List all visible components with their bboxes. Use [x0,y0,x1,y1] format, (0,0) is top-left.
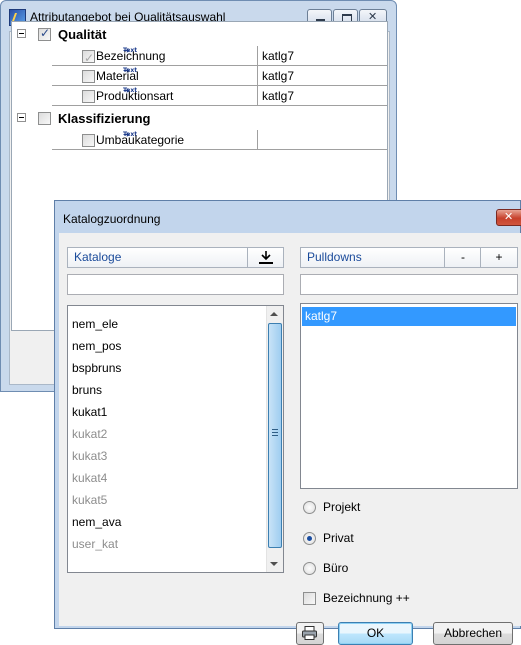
cancel-button[interactable]: Abbrechen [433,622,513,645]
bezeichnung-checkbox[interactable] [303,592,316,605]
row-value[interactable]: katlg7 [258,66,387,86]
list-item[interactable]: kukat4 [72,467,107,489]
catalog-assignment-dialog: Katalogzuordnung Kataloge nem_ele nem_po… [54,200,521,645]
pulldowns-header: Pulldowns - + [300,247,518,268]
checkbox-label: Bezeichnung ++ [323,591,410,605]
list-item[interactable]: nem_pos [72,335,121,357]
group-checkbox-klassifizierung[interactable] [38,112,51,125]
radio-label: Büro [323,561,349,575]
download-icon [259,251,273,264]
group-label: Qualität [58,27,107,42]
radio-label: Privat [323,531,354,545]
list-item[interactable]: kukat2 [72,423,107,445]
radio-buero[interactable] [303,562,316,575]
list-item[interactable]: kukat5 [72,489,107,511]
list-item[interactable]: bspbruns [72,357,121,379]
row-label: Material [96,69,139,83]
tree-group-qualitaet: Qualität [12,24,387,46]
group-checkbox-qualitaet[interactable] [38,26,51,41]
collapse-toggle[interactable] [17,29,26,38]
catalogs-header: Kataloge [67,247,284,268]
text-arrow-icon: Text ➜ [123,130,138,139]
dialog-client: Kataloge nem_ele nem_pos bspbruns bruns … [59,233,521,645]
dialog-close-button[interactable] [496,209,521,226]
remove-pulldown-button[interactable]: - [444,248,481,267]
group-label: Klassifizierung [58,111,151,126]
collapse-toggle[interactable] [17,113,26,122]
tree-row[interactable]: Text ➜ Produktionsart [52,86,258,106]
list-item[interactable]: bruns [72,379,102,401]
list-item[interactable]: nem_ava [72,511,121,533]
print-button[interactable] [296,622,324,645]
scroll-thumb[interactable] [268,323,282,548]
list-item[interactable]: kukat1 [72,401,107,423]
list-item[interactable]: user_kat [72,533,118,555]
row-value[interactable]: katlg7 [258,46,387,66]
pulldowns-header-label: Pulldowns [307,250,362,264]
text-arrow-icon: Text ➜ [123,66,138,75]
text-arrow-icon: Text ➜ [123,46,138,55]
scroll-up-icon[interactable] [270,312,278,316]
catalogs-header-label: Kataloge [74,250,122,264]
list-item[interactable]: nem_ele [72,313,118,335]
scroll-down-icon[interactable] [270,562,278,566]
radio-label: Projekt [323,500,361,514]
list-item-selected[interactable]: katlg7 [302,307,516,326]
ok-button[interactable]: OK [338,622,413,645]
list-item[interactable]: kukat3 [72,445,107,467]
text-arrow-icon: Text ➜ [123,86,138,95]
add-pulldown-button[interactable]: + [480,248,517,267]
pulldowns-list[interactable]: katlg7 [300,303,518,489]
catalogs-filter-input[interactable] [67,274,284,295]
download-button[interactable] [247,248,284,267]
catalogs-list[interactable]: nem_ele nem_pos bspbruns bruns kukat1 ku… [67,305,284,573]
row-label: Umbaukategorie [96,133,185,147]
pulldowns-filter-input[interactable] [300,274,518,295]
tree-row[interactable]: Text ➜ Umbaukategorie [52,130,258,150]
row-value[interactable] [258,130,387,150]
tree-row[interactable]: Text ➜ Material [52,66,258,86]
row-label: Bezeichnung [96,49,166,63]
printer-icon [302,626,317,640]
grip-icon [272,429,278,436]
row-label: Produktionsart [96,89,174,103]
tree-group-klassifizierung: Klassifizierung [12,108,387,130]
radio-projekt[interactable] [303,501,316,514]
tree-row[interactable]: Text➜ Bezeichnung [52,46,258,68]
radio-privat[interactable] [303,532,316,545]
row-value[interactable]: katlg7 [258,86,387,106]
catalogs-scrollbar[interactable] [266,306,283,572]
dialog-title: Katalogzuordnung [63,212,161,226]
